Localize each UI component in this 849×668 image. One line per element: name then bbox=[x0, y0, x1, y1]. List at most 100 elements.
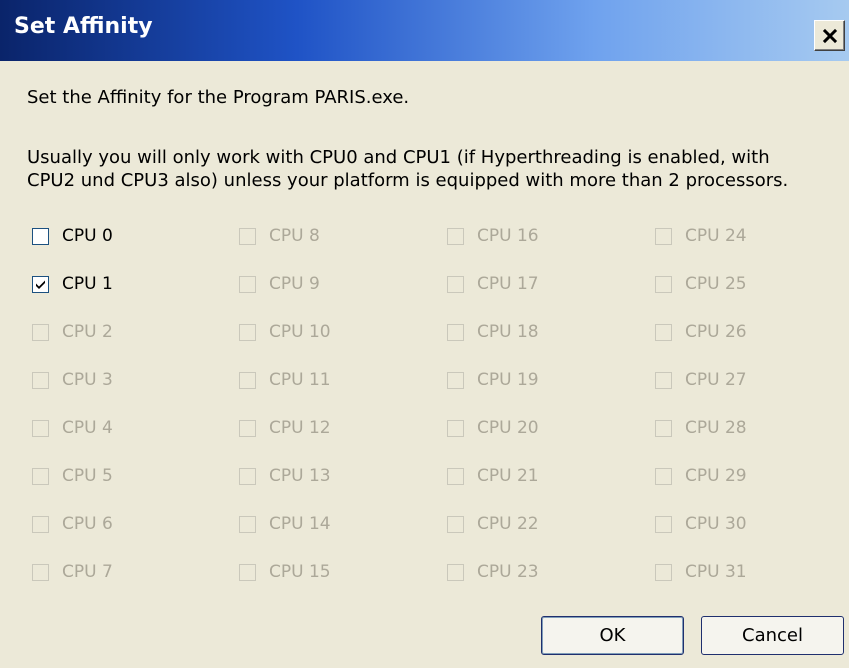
cpu-checkbox-item: CPU 10 bbox=[239, 319, 331, 345]
checkbox[interactable] bbox=[32, 275, 49, 293]
checkbox bbox=[655, 323, 672, 341]
checkbox-label: CPU 13 bbox=[269, 466, 331, 486]
cpu-checkbox-item: CPU 16 bbox=[447, 223, 539, 249]
checkbox bbox=[239, 323, 256, 341]
checkbox-label: CPU 10 bbox=[269, 322, 331, 342]
cpu-checkbox-item: CPU 6 bbox=[32, 511, 113, 537]
cancel-button[interactable]: Cancel bbox=[701, 616, 844, 655]
checkbox bbox=[655, 227, 672, 245]
checkbox bbox=[655, 371, 672, 389]
checkbox-label: CPU 8 bbox=[269, 226, 320, 246]
cpu-checkbox-item: CPU 22 bbox=[447, 511, 539, 537]
cpu-checkbox-item: CPU 30 bbox=[655, 511, 747, 537]
checkbox-label: CPU 0 bbox=[62, 226, 113, 246]
checkbox-label: CPU 9 bbox=[269, 274, 320, 294]
set-affinity-dialog: Set Affinity Set the Affinity for the Pr… bbox=[0, 0, 849, 668]
note-line-1: Usually you will only work with CPU0 and… bbox=[27, 147, 770, 168]
checkbox-label: CPU 4 bbox=[62, 418, 113, 438]
checkbox bbox=[655, 419, 672, 437]
close-button[interactable] bbox=[814, 20, 845, 51]
cpu-checkbox-item[interactable]: CPU 1 bbox=[32, 271, 113, 297]
checkbox bbox=[447, 275, 464, 293]
dialog-title: Set Affinity bbox=[14, 14, 153, 39]
cpu-checkbox-item: CPU 9 bbox=[239, 271, 320, 297]
checkbox bbox=[32, 371, 49, 389]
ok-button[interactable]: OK bbox=[541, 616, 684, 655]
checkbox-label: CPU 27 bbox=[685, 370, 747, 390]
cpu-checkbox-item: CPU 23 bbox=[447, 559, 539, 585]
cpu-checkbox-item: CPU 2 bbox=[32, 319, 113, 345]
checkbox-label: CPU 19 bbox=[477, 370, 539, 390]
checkbox-label: CPU 6 bbox=[62, 514, 113, 534]
checkbox bbox=[239, 467, 256, 485]
cpu-checkbox-item: CPU 24 bbox=[655, 223, 747, 249]
cpu-checkbox-item: CPU 29 bbox=[655, 463, 747, 489]
checkbox-label: CPU 18 bbox=[477, 322, 539, 342]
cpu-checkbox-item: CPU 19 bbox=[447, 367, 539, 393]
checkbox bbox=[32, 563, 49, 581]
checkbox bbox=[239, 227, 256, 245]
intro-text: Set the Affinity for the Program PARIS.e… bbox=[27, 87, 410, 108]
cpu-checkbox-item: CPU 11 bbox=[239, 367, 331, 393]
checkbox bbox=[239, 515, 256, 533]
checkbox bbox=[32, 515, 49, 533]
cpu-checkbox-item: CPU 17 bbox=[447, 271, 539, 297]
checkbox-label: CPU 11 bbox=[269, 370, 331, 390]
checkbox bbox=[655, 563, 672, 581]
checkbox bbox=[447, 419, 464, 437]
checkbox-label: CPU 1 bbox=[62, 274, 113, 294]
checkbox-label: CPU 2 bbox=[62, 322, 113, 342]
cpu-checkbox-item: CPU 31 bbox=[655, 559, 747, 585]
checkbox bbox=[239, 563, 256, 581]
checkbox bbox=[32, 323, 49, 341]
checkbox bbox=[655, 467, 672, 485]
checkbox bbox=[239, 371, 256, 389]
checkbox-label: CPU 24 bbox=[685, 226, 747, 246]
checkbox bbox=[447, 515, 464, 533]
checkbox-label: CPU 12 bbox=[269, 418, 331, 438]
cpu-checkbox-item: CPU 12 bbox=[239, 415, 331, 441]
cpu-checkbox-item: CPU 15 bbox=[239, 559, 331, 585]
checkbox-label: CPU 31 bbox=[685, 562, 747, 582]
cpu-checkbox-item: CPU 13 bbox=[239, 463, 331, 489]
cpu-checkbox-item: CPU 21 bbox=[447, 463, 539, 489]
checkbox-label: CPU 23 bbox=[477, 562, 539, 582]
cpu-checkbox-item: CPU 8 bbox=[239, 223, 320, 249]
cpu-checkbox-item: CPU 14 bbox=[239, 511, 331, 537]
checkbox-label: CPU 21 bbox=[477, 466, 539, 486]
cpu-checkbox-item: CPU 18 bbox=[447, 319, 539, 345]
cpu-checkbox-item: CPU 28 bbox=[655, 415, 747, 441]
checkbox-label: CPU 16 bbox=[477, 226, 539, 246]
checkbox bbox=[239, 275, 256, 293]
checkbox bbox=[447, 227, 464, 245]
note-line-2: CPU2 und CPU3 also) unless your platform… bbox=[27, 170, 789, 191]
checkbox-label: CPU 28 bbox=[685, 418, 747, 438]
checkbox bbox=[447, 371, 464, 389]
cpu-checkbox-item[interactable]: CPU 0 bbox=[32, 223, 113, 249]
checkbox bbox=[447, 563, 464, 581]
cpu-checkbox-item: CPU 26 bbox=[655, 319, 747, 345]
cpu-checkbox-item: CPU 7 bbox=[32, 559, 113, 585]
cpu-checkbox-item: CPU 5 bbox=[32, 463, 113, 489]
cpu-checkbox-item: CPU 20 bbox=[447, 415, 539, 441]
checkbox-label: CPU 22 bbox=[477, 514, 539, 534]
cpu-checkbox-item: CPU 3 bbox=[32, 367, 113, 393]
checkbox-label: CPU 17 bbox=[477, 274, 539, 294]
cpu-checkbox-item: CPU 4 bbox=[32, 415, 113, 441]
close-icon bbox=[822, 28, 837, 43]
checkbox bbox=[32, 419, 49, 437]
title-bar[interactable]: Set Affinity bbox=[0, 0, 849, 61]
cpu-checkbox-item: CPU 25 bbox=[655, 271, 747, 297]
checkbox-label: CPU 20 bbox=[477, 418, 539, 438]
checkbox-label: CPU 15 bbox=[269, 562, 331, 582]
checkmark-icon bbox=[36, 280, 45, 289]
checkbox-label: CPU 29 bbox=[685, 466, 747, 486]
checkbox-label: CPU 7 bbox=[62, 562, 113, 582]
checkbox bbox=[447, 323, 464, 341]
checkbox-label: CPU 3 bbox=[62, 370, 113, 390]
checkbox bbox=[655, 275, 672, 293]
checkbox[interactable] bbox=[32, 227, 49, 245]
checkbox-label: CPU 25 bbox=[685, 274, 747, 294]
checkbox-label: CPU 30 bbox=[685, 514, 747, 534]
checkbox-label: CPU 26 bbox=[685, 322, 747, 342]
